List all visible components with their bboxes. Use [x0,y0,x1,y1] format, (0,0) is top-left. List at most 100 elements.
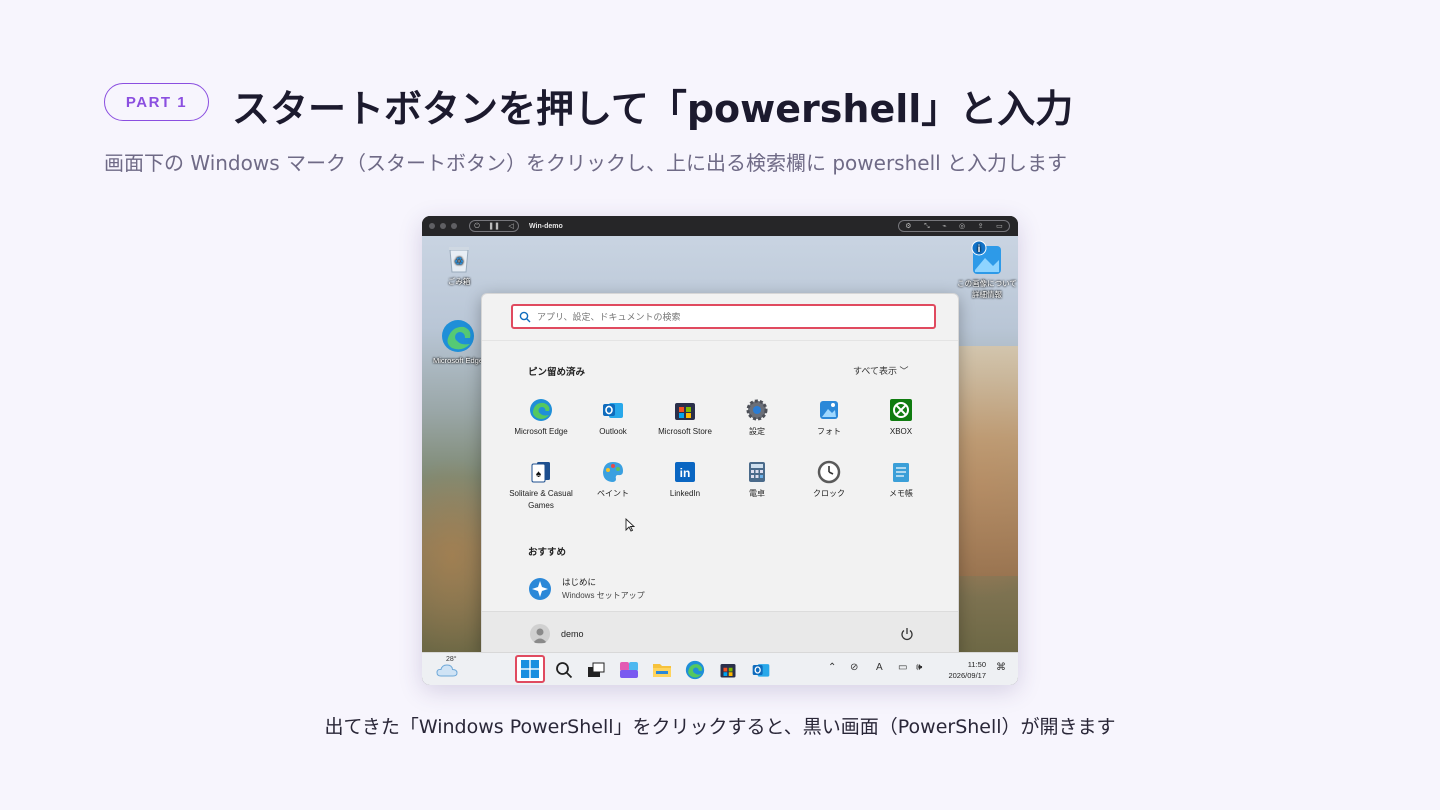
taskbar-edge-button[interactable] [683,658,707,682]
get-started-icon [529,577,551,600]
start-menu: ピン留め済み すべて表示 ﹀ Microsoft Edge Outlook [481,293,959,658]
taskbar: 28° ⌃ ⊘ A ▭ 🕪 11:50 2026/09/17 ⌘ [422,652,1018,685]
vm-name: Win-demo [529,222,563,230]
taskbar-search-button[interactable] [552,658,576,682]
linkedin-icon: in [675,462,695,482]
vm-toolbar: ⚙ ⤡ ⌁ ◎ ⇪ ▭ [898,220,1010,232]
desktop-icon-label: Microsoft Edge [432,356,484,365]
app-label: Outlook [599,427,627,436]
volume-icon[interactable]: 🕪 [916,662,922,673]
mouse-cursor-icon [625,518,635,532]
windows-logo-icon [521,660,539,678]
share-icon[interactable]: ⇪ [978,222,984,230]
app-label: Microsoft Store [658,427,712,436]
pinned-app-notepad[interactable]: メモ帳 [865,460,937,500]
copilot-button[interactable] [617,658,641,682]
outlook-icon [603,403,623,418]
avatar [530,624,550,644]
desktop-icon-edge[interactable]: Microsoft Edge [430,318,486,365]
start-footer: demo [482,611,958,657]
clock-date: 2026/09/17 [948,671,986,680]
learn-about-image-icon: i [971,240,1001,274]
weather-temp: 28° [446,656,457,663]
search-icon [556,662,573,679]
photos-icon [820,401,838,419]
zoom-dot[interactable] [451,223,457,229]
back-icon[interactable]: ◁ [508,222,513,230]
app-label: Microsoft Edge [514,427,568,436]
widgets-icon [620,662,638,678]
disk-icon[interactable]: ◎ [959,222,965,230]
page-title: スタートボタンを押して「powershell」と入力 [232,87,1074,131]
chevron-up-icon[interactable]: ⌃ [828,662,836,673]
start-search-row [482,294,958,341]
outlook-icon [752,664,770,677]
power-icon[interactable] [900,627,914,641]
solitaire-icon: ♠ [531,462,550,483]
edge-icon [530,399,552,421]
pinned-app-linkedin[interactable]: in LinkedIn [649,460,721,500]
pinned-app-calculator[interactable]: 電卓 [721,460,793,500]
file-explorer-button[interactable] [650,658,674,682]
xbox-icon [890,399,912,421]
notification-icon[interactable]: ⌘ [996,662,1006,673]
recommended-subtitle: Windows セットアップ [562,591,645,600]
weather-widget[interactable]: 28° [436,656,458,679]
start-search-box[interactable] [511,304,936,329]
edge-icon [685,660,705,680]
pinned-app-solitaire[interactable]: ♠ Solitaire & Casual Games [505,460,577,512]
ime-indicator[interactable]: A [876,662,883,673]
task-view-button[interactable] [584,658,608,682]
paint-icon [603,462,623,482]
vm-titlebar: ⏻ ❚❚ ◁ Win-demo ⚙ ⤡ ⌁ ◎ ⇪ ▭ [422,216,1018,236]
clock-icon [817,460,841,484]
app-label: メモ帳 [889,489,913,498]
pinned-app-outlook[interactable]: Outlook [577,398,649,438]
taskbar-outlook-button[interactable] [749,658,773,682]
search-input[interactable] [537,311,917,322]
user-icon [533,628,547,643]
window-controls [429,223,457,229]
start-button[interactable] [515,655,545,683]
pinned-app-paint[interactable]: ペイント [577,460,649,500]
taskbar-store-button[interactable] [716,658,740,682]
desktop-icon-recycle-bin[interactable]: ♻ ごみ箱 [431,244,487,287]
window-icon[interactable]: ▭ [996,222,1003,230]
pinned-app-edge[interactable]: Microsoft Edge [505,398,577,438]
usb-icon[interactable]: ⌁ [942,222,946,230]
recommended-item-get-started[interactable]: はじめに Windows セットアップ [528,576,645,601]
show-all-button[interactable]: すべて表示 ﹀ [853,364,909,377]
close-dot[interactable] [429,223,435,229]
page-subtitle: 画面下の Windows マーク（スタートボタン）をクリックし、上に出る検索欄に… [104,151,1068,175]
cloud-icon [436,664,458,677]
recommended-title: はじめに [562,577,597,587]
pinned-app-photos[interactable]: フォト [793,398,865,438]
wallpaper-town [956,346,1018,576]
desktop-icon-learn-more[interactable]: i この画像について 詳細情報 [956,240,1018,300]
pinned-app-xbox[interactable]: XBOX [865,398,937,438]
desktop-icon-label-2: 詳細情報 [972,290,1002,299]
part-badge: PART 1 [104,83,209,121]
task-view-icon [588,662,605,677]
power-icon[interactable]: ⏻ [474,222,480,231]
minimize-dot[interactable] [440,223,446,229]
pinned-app-store[interactable]: Microsoft Store [649,398,721,438]
pinned-app-settings[interactable]: 設定 [721,398,793,438]
desktop-icon-label: この画像について [957,279,1017,288]
network-icon[interactable]: ⊘ [850,662,858,673]
user-account[interactable]: demo [530,624,584,644]
app-label: ペイント [597,489,629,498]
settings-icon[interactable]: ⚙ [905,222,911,230]
pinned-app-clock[interactable]: クロック [793,460,865,500]
recycle-bin-icon: ♻ [449,247,469,273]
pinned-section-title: ピン留め済み [528,367,586,378]
app-label: 設定 [749,427,765,436]
taskbar-clock[interactable]: 11:50 2026/09/17 [948,659,986,681]
caption: 出てきた「Windows PowerShell」をクリックすると、黒い画面（Po… [324,716,1116,738]
app-label: XBOX [889,427,913,436]
resize-icon[interactable]: ⤡ [924,222,930,231]
display-icon[interactable]: ▭ [898,662,907,673]
pause-icon[interactable]: ❚❚ [488,222,500,230]
user-name: demo [561,629,584,639]
app-label: LinkedIn [669,489,701,498]
